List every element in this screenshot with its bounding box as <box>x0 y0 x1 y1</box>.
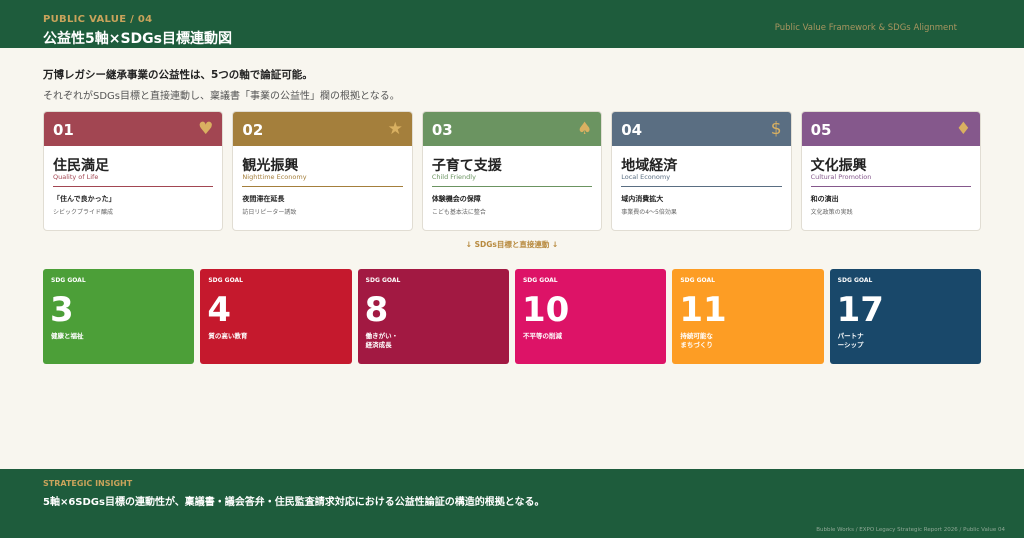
star-icon: ★ <box>387 119 403 139</box>
sdg-goal-card: SDG GOAL 11 持続可能な まちづくり <box>672 269 824 364</box>
axis-card: 02 ★ 観光振興 Nighttime Economy 夜間滞在延長 訪日リピー… <box>232 111 413 231</box>
sdg-label: SDG GOAL <box>365 277 401 284</box>
axis-card-header: 04 $ <box>612 112 791 146</box>
sdg-goal-card: SDG GOAL 10 不平等の削減 <box>514 269 667 364</box>
axis-subtext: こども基本法に整合 <box>431 209 486 216</box>
sdg-goal-card: SDG GOAL 17 パートナ ーシップ <box>829 269 981 364</box>
sdg-number: 17 <box>836 290 884 330</box>
sdg-number: 8 <box>364 290 389 330</box>
axis-name: 観光振興 <box>242 158 299 174</box>
insight-text: 5軸×6SDGs目標の連動性が、稟議書・議会答弁・住民監査請求対応における公益性… <box>43 497 545 508</box>
connector-label: ↓ SDGs目標と直接連動 ↓ <box>465 240 559 249</box>
axis-divider <box>431 186 593 187</box>
sdg-name: 不平等の削減 <box>522 332 562 340</box>
axis-english-name: Cultural Promotion <box>810 173 872 181</box>
axis-english-name: Nighttime Economy <box>242 173 307 181</box>
sdg-goal-card: SDG GOAL 8 働きがい・ 経済成長 <box>357 269 509 364</box>
sdg-name: パートナ ーシップ <box>837 332 864 349</box>
axis-card-header: 05 ♦ <box>801 112 981 146</box>
footer-bar: STRATEGIC INSIGHT 5軸×6SDGs目標の連動性が、稟議書・議会… <box>0 469 1024 538</box>
footer-credit: Bubble Works / EXPO Legacy Strategic Rep… <box>816 527 1005 533</box>
spade-icon: ♠ <box>576 119 593 139</box>
axis-description: 域内消費拡大 <box>621 195 664 203</box>
sdg-goal-card: SDG GOAL 3 健康と福祉 <box>43 269 195 364</box>
axis-number: 01 <box>53 121 74 139</box>
axis-subtext: シビックプライド醸成 <box>53 209 114 216</box>
axis-name: 文化振興 <box>810 158 867 174</box>
lead-text: 万博レガシー継承事業の公益性は、5つの軸で論証可能。 それぞれがSDGs目標と直… <box>43 67 400 102</box>
dollar-icon: $ <box>770 119 782 139</box>
sdg-name: 持続可能な まちづくり <box>680 332 713 349</box>
axis-number: 03 <box>431 121 453 139</box>
axis-divider <box>621 186 782 187</box>
sdg-number: 4 <box>207 290 231 330</box>
axis-english-name: Child Friendly <box>431 173 476 181</box>
sdg-label: SDG GOAL <box>208 277 243 284</box>
axis-description: 和の演出 <box>810 195 839 203</box>
header-bar: PUBLIC VALUE / 04 公益性5軸×SDGs目標連動図 Public… <box>0 0 1024 48</box>
sdg-name: 働きがい・ 経済成長 <box>365 332 399 349</box>
axis-card-header: 01 ♥ <box>44 112 223 146</box>
sdg-number: 11 <box>679 290 727 330</box>
axis-card-header: 03 ♠ <box>422 112 602 146</box>
axis-english-name: Quality of Life <box>53 173 99 181</box>
axis-subtext: 事業費の4〜5倍効果 <box>621 209 677 216</box>
sdg-label: SDG GOAL <box>680 277 715 284</box>
axis-divider <box>810 186 972 187</box>
sdg-card-row: SDG GOAL 3 健康と福祉 SDG GOAL 4 質の高い教育 SDG G… <box>43 269 981 364</box>
section-kicker: PUBLIC VALUE / 04 <box>43 14 153 25</box>
axis-english-name: Local Economy <box>621 173 671 181</box>
axis-number: 02 <box>242 121 264 139</box>
axis-number: 04 <box>621 121 643 139</box>
axis-card: 03 ♠ 子育て支援 Child Friendly 体験機会の保障 こども基本法… <box>421 111 603 231</box>
axis-card-header: 02 ★ <box>233 112 412 146</box>
sdg-name: 質の高い教育 <box>208 332 248 340</box>
axis-divider <box>53 186 214 187</box>
axis-name: 住民満足 <box>53 158 109 174</box>
sdg-name: 健康と福祉 <box>51 332 84 340</box>
heart-icon: ♥ <box>198 119 214 139</box>
axis-divider <box>242 186 403 187</box>
sdg-number: 10 <box>521 290 570 330</box>
axis-card: 04 $ 地域経済 Local Economy 域内消費拡大 事業費の4〜5倍効… <box>611 111 792 231</box>
axis-name: 地域経済 <box>621 158 678 174</box>
page-title: 公益性5軸×SDGs目標連動図 <box>43 31 232 47</box>
axis-card: 05 ♦ 文化振興 Cultural Promotion 和の演出 文化政策の実… <box>800 111 982 231</box>
insight-kicker: STRATEGIC INSIGHT <box>43 479 133 488</box>
axis-card-row: 01 ♥ 住民満足 Quality of Life 「住んで良かった」 シビック… <box>43 111 982 231</box>
axis-description: 「住んで良かった」 <box>53 195 116 203</box>
diamond-icon: ♦ <box>955 119 972 139</box>
sdg-goal-card: SDG GOAL 4 質の高い教育 <box>200 269 352 364</box>
sdg-number: 3 <box>50 290 74 330</box>
lead-line-2: それぞれがSDGs目標と直接連動し、稟議書「事業の公益性」欄の根拠となる。 <box>43 91 400 102</box>
axis-description: 体験機会の保障 <box>431 195 481 203</box>
axis-subtext: 文化政策の実践 <box>810 209 853 216</box>
axis-description: 夜間滞在延長 <box>242 195 285 203</box>
axis-card: 01 ♥ 住民満足 Quality of Life 「住んで良かった」 シビック… <box>43 111 224 231</box>
lead-line-1: 万博レガシー継承事業の公益性は、5つの軸で論証可能。 <box>43 69 313 81</box>
header-subtitle: Public Value Framework & SDGs Alignment <box>774 23 957 33</box>
sdg-label: SDG GOAL <box>522 277 558 284</box>
sdg-label: SDG GOAL <box>837 277 873 284</box>
axis-name: 子育て支援 <box>431 158 502 174</box>
axis-subtext: 訪日リピーター誘致 <box>242 209 297 216</box>
sdg-label: SDG GOAL <box>51 277 86 284</box>
axis-number: 05 <box>810 121 832 139</box>
